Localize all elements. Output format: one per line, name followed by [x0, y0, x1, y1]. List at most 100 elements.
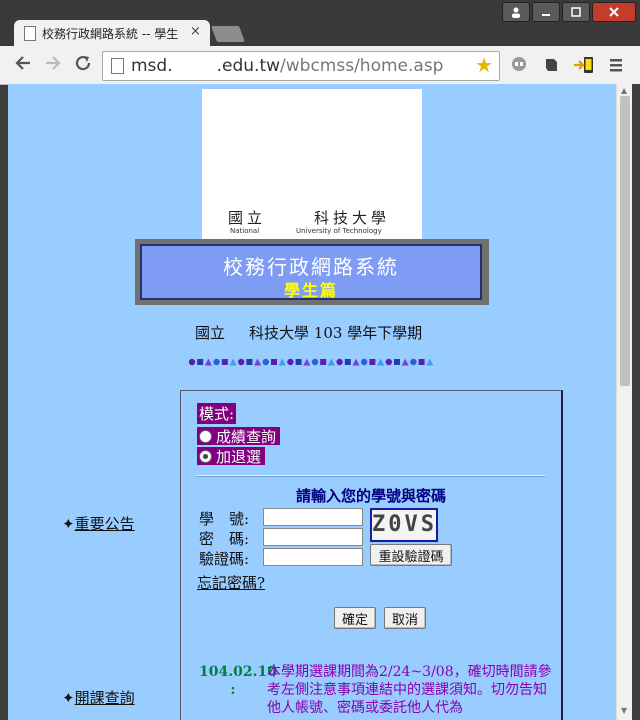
user-icon[interactable] — [502, 2, 530, 22]
logo-en-university: University of Technology — [296, 227, 382, 235]
divider-shape — [271, 359, 277, 365]
browser-toolbar: msd. .edu.tw/wbcmss/home.asp ★ — [0, 46, 640, 85]
tab-strip: 校務行政網路系統 -- 學生 × — [0, 0, 640, 46]
forgot-password-link[interactable]: 忘記密碼? — [197, 572, 265, 593]
divider-shape — [213, 358, 220, 366]
close-window-button[interactable] — [592, 2, 636, 22]
divider-shape — [262, 358, 269, 366]
captcha-label: 驗證碼: — [199, 550, 250, 568]
captcha-image: Z0VS — [370, 508, 438, 542]
banner-inner: 校務行政網路系統 學生篇 — [140, 244, 482, 300]
back-icon[interactable] — [14, 54, 32, 77]
divider-shape — [336, 358, 343, 366]
url-text: msd. .edu.tw/wbcmss/home.asp — [131, 56, 443, 76]
address-bar[interactable]: msd. .edu.tw/wbcmss/home.asp ★ — [102, 51, 500, 81]
password-input[interactable] — [263, 528, 363, 546]
student-id-input[interactable] — [263, 508, 363, 526]
sidebar-item-announcement[interactable]: ✦重要公告 — [62, 513, 135, 534]
announcement-link[interactable]: 重要公告 — [75, 515, 135, 533]
separator — [197, 475, 545, 477]
url-domain: .edu.tw — [216, 56, 281, 76]
divider-shape — [394, 359, 400, 365]
vertical-scrollbar[interactable]: ▲ ▼ — [616, 84, 633, 720]
url-prefix: msd. — [131, 56, 173, 76]
banner-subtitle: 學生篇 — [283, 281, 338, 300]
banner-title: 校務行政網路系統 — [223, 255, 399, 279]
star-bullet-icon: ✦ — [62, 689, 75, 707]
browser-tab[interactable]: 校務行政網路系統 -- 學生 × — [14, 20, 210, 46]
divider-shape — [369, 359, 376, 365]
ok-button[interactable]: 確定 — [334, 607, 376, 629]
divider-shape — [401, 358, 409, 366]
page-viewport: 國立 科技大學 National University of Technolog… — [8, 84, 616, 720]
minimize-button[interactable] — [532, 2, 560, 22]
system-banner: 校務行政網路系統 學生篇 — [135, 239, 489, 305]
divider-shape — [344, 359, 351, 365]
reset-captcha-button[interactable]: 重設驗證碼 — [370, 544, 452, 566]
page-icon — [111, 58, 124, 74]
extension-icon[interactable] — [510, 56, 528, 74]
radio-grades[interactable] — [199, 429, 212, 443]
logo-cn-university: 科技大學 — [314, 209, 391, 227]
mode-option-add-drop[interactable]: 加退選 — [197, 447, 266, 466]
reload-icon[interactable] — [74, 54, 92, 77]
semester-suffix: 科技大學 103 學年下學期 — [249, 324, 423, 342]
divider-shape — [352, 358, 360, 366]
divider-shape — [189, 358, 196, 366]
logo-cn-national: 國立 — [228, 209, 267, 227]
maximize-button[interactable] — [562, 2, 590, 22]
login-prompt: 請輸入您的學號與密碼 — [295, 487, 446, 505]
course-query-link[interactable]: 開課查詢 — [75, 689, 135, 707]
divider-shape — [418, 359, 425, 365]
divider-shape — [320, 359, 327, 365]
student-id-label: 學 號: — [199, 510, 250, 528]
divider-shape — [311, 358, 319, 366]
divider-shape — [221, 359, 228, 365]
news-text: 本學期選課期間為2/24~3/08，確切時間請參考左側注意事項連結中的選課須知。… — [267, 664, 552, 716]
scroll-thumb[interactable] — [620, 96, 630, 386]
divider-shape — [327, 358, 335, 366]
sidebar-item-course-query[interactable]: ✦開課查詢 — [62, 687, 135, 708]
divider-shape — [229, 358, 237, 366]
tab-title: 校務行政網路系統 -- 學生 — [42, 27, 179, 41]
divider-shape — [278, 358, 286, 366]
decorative-divider — [189, 358, 434, 366]
url-path: /wbcmss/home.asp — [280, 56, 444, 76]
bookmark-star-icon[interactable]: ★ — [475, 53, 493, 77]
divider-shape — [204, 358, 212, 366]
window-controls — [502, 2, 636, 22]
divider-shape — [385, 358, 392, 366]
mode-label: 模式: — [197, 403, 237, 424]
divider-shape — [238, 358, 245, 366]
window-frame — [632, 84, 640, 720]
star-bullet-icon: ✦ — [62, 515, 75, 533]
page-icon — [24, 26, 36, 41]
divider-shape — [197, 359, 204, 365]
close-icon[interactable]: × — [190, 24, 201, 39]
divider-shape — [426, 358, 434, 366]
cancel-button[interactable]: 取消 — [384, 607, 426, 629]
school-logo: 國立 科技大學 National University of Technolog… — [202, 89, 422, 239]
new-tab-button[interactable] — [211, 26, 245, 42]
divider-shape — [410, 358, 417, 366]
radio-add-drop[interactable] — [199, 449, 212, 463]
captcha-input[interactable] — [263, 548, 363, 566]
login-panel: 模式: 成績查詢 加退選 請輸入您的學號與密碼 學 號: 密 碼: 驗證碼: Z… — [180, 390, 563, 720]
forward-icon[interactable] — [44, 54, 62, 77]
divider-shape — [246, 359, 253, 365]
evernote-icon[interactable] — [542, 56, 560, 74]
scroll-up-icon[interactable]: ▲ — [621, 86, 627, 95]
divider-shape — [295, 359, 302, 365]
send-to-phone-icon[interactable] — [573, 56, 593, 74]
logo-en-national: National — [230, 227, 260, 235]
mode-option-grades[interactable]: 成績查詢 — [197, 427, 281, 446]
mode-grades-label: 成績查詢 — [216, 427, 277, 446]
divider-shape — [254, 358, 262, 366]
semester-title: 國立 科技大學 103 學年下學期 — [195, 322, 422, 343]
browser-window: 校務行政網路系統 -- 學生 × msd. .edu.tw/wbcmss/hom… — [0, 0, 640, 720]
menu-icon[interactable] — [608, 56, 626, 74]
semester-prefix: 國立 — [195, 324, 226, 342]
divider-shape — [287, 358, 294, 366]
scroll-down-icon[interactable]: ▼ — [621, 706, 627, 715]
password-label: 密 碼: — [199, 530, 250, 548]
